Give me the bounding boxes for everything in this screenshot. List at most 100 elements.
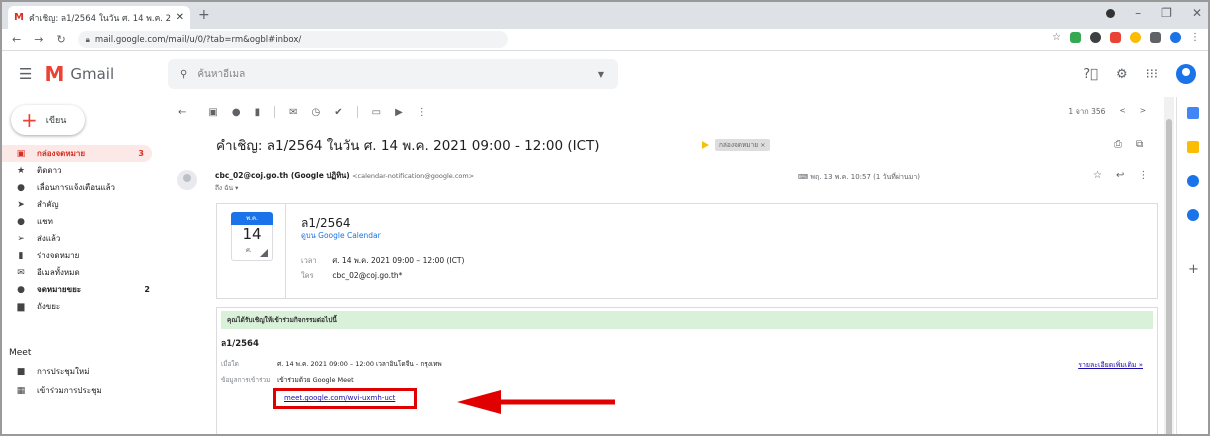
sidebar-item[interactable]: ● เลื่อนการแจ้งเตือนแล้ว <box>2 179 164 196</box>
meet-item[interactable]: ■ การประชุมใหม่ <box>2 362 164 381</box>
archive-icon[interactable]: ▣ <box>208 107 217 118</box>
new-tab-button[interactable]: + <box>198 7 210 23</box>
sidebar-item[interactable]: ▮ ร่างจดหมาย <box>2 247 164 264</box>
event-who-value: cbc_02@coj.go.th* <box>332 271 403 280</box>
sender-name[interactable]: cbc_02@coj.go.th (Google ปฏิทิน) <box>215 171 350 180</box>
extension-icon[interactable] <box>1130 32 1141 43</box>
search-input[interactable]: ค้นหาอีเมล <box>197 67 245 82</box>
maximize-icon[interactable]: ❐ <box>1161 6 1172 20</box>
toolbar-divider <box>274 106 276 118</box>
address-bar[interactable]: 🔒︎ mail.google.com/mail/u/0/?tab=rm&ogbl… <box>77 31 508 48</box>
label-icon[interactable]: ▶ <box>395 107 403 118</box>
star-message-icon[interactable]: ☆ <box>1093 170 1102 181</box>
tasks-app-icon[interactable] <box>1187 175 1199 187</box>
tab-close-icon[interactable]: ✕ <box>176 12 184 23</box>
forward-icon[interactable]: → <box>34 33 43 46</box>
account-avatar[interactable] <box>1176 64 1196 84</box>
lock-icon: 🔒︎ <box>85 34 90 44</box>
gmail-logo[interactable]: M Gmail <box>44 62 114 86</box>
message-more-icon[interactable]: ⋮ <box>1138 170 1148 181</box>
sidebar-item[interactable]: ➢ ส่งแล้ว <box>2 230 164 247</box>
bookmark-star-icon[interactable]: ☆ <box>1052 32 1061 43</box>
sender-avatar[interactable] <box>177 170 197 190</box>
apps-grid-icon[interactable]: ⁝⁝⁝ <box>1146 67 1158 82</box>
sidebar-item[interactable]: ● แชท <box>2 213 164 230</box>
search-options-icon[interactable]: ▼ <box>598 70 604 79</box>
extension-icon[interactable] <box>1090 32 1101 43</box>
search-icon[interactable]: ⚲ <box>180 69 187 80</box>
sidebar: + เขียน ▣ กล่องจดหมาย 3 ★ ติดดาว ● เลื่อนการแจ… <box>2 97 164 434</box>
scrollbar-thumb[interactable] <box>1166 119 1172 434</box>
contacts-app-icon[interactable] <box>1187 209 1199 221</box>
sidebar-item-label: จดหมายขยะ <box>37 285 82 294</box>
sidebar-item[interactable]: ✉ อีเมลทั้งหมด <box>2 264 164 281</box>
view-on-calendar-link[interactable]: ดูบน Google Calendar <box>301 230 381 242</box>
calendar-app-icon[interactable] <box>1187 107 1199 119</box>
side-panel: + <box>1176 97 1208 434</box>
back-icon[interactable]: ← <box>12 33 21 46</box>
meet-nav: ■ การประชุมใหม่ ▦ เข้าร่วมการประชุม <box>2 362 164 400</box>
inbox-icon: ▣ <box>16 148 26 159</box>
compose-button[interactable]: + เขียน <box>11 105 85 135</box>
get-addons-icon[interactable]: + <box>1188 262 1199 277</box>
inbox-label-chip[interactable]: กล่องจดหมาย × <box>715 139 770 151</box>
print-icon[interactable]: ⎙ <box>1114 139 1122 150</box>
sidebar-item[interactable]: ▣ กล่องจดหมาย 3 <box>2 145 152 162</box>
extension-icon[interactable] <box>1110 32 1121 43</box>
settings-gear-icon[interactable]: ⚙ <box>1116 67 1128 82</box>
snooze-icon[interactable]: ◷ <box>311 107 320 118</box>
newer-icon[interactable]: < <box>1119 106 1125 118</box>
importance-marker-icon[interactable] <box>702 141 709 149</box>
sidebar-item-label: ร่างจดหมาย <box>37 251 80 260</box>
back-to-inbox-icon[interactable]: ← <box>178 107 186 118</box>
sidebar-item-label: ส่งแล้ว <box>37 234 61 243</box>
calendar-event-card: พ.ค. 14 ศ. ล1/2564 ดูบน Google Calendar … <box>216 203 1158 299</box>
open-new-window-icon[interactable]: ⧉ <box>1136 139 1143 150</box>
search-bar[interactable]: ⚲ ค้นหาอีเมล ▼ <box>168 59 618 89</box>
older-icon[interactable]: > <box>1140 106 1146 118</box>
recipient-details[interactable]: ถึง ฉัน ▾ <box>215 183 238 193</box>
more-icon[interactable]: ⋮ <box>417 107 427 118</box>
gmail-m-icon: M <box>44 62 65 86</box>
close-window-icon[interactable]: ✕ <box>1192 6 1202 20</box>
mark-unread-icon[interactable]: ✉ <box>289 107 297 118</box>
minimize-icon[interactable]: – <box>1135 6 1141 20</box>
trash-icon: ▆ <box>17 301 25 312</box>
profile-avatar-icon[interactable] <box>1170 32 1181 43</box>
extensions-puzzle-icon[interactable] <box>1150 32 1161 43</box>
extension-icon[interactable] <box>1070 32 1081 43</box>
url-text: mail.google.com/mail/u/0/?tab=rm&ogbl#in… <box>94 34 302 45</box>
sidebar-item[interactable]: ➤ สำคัญ <box>2 196 164 213</box>
meet-link-highlight: meet.google.com/wvi-uxmh-uct <box>273 388 417 409</box>
sidebar-item[interactable]: ▆ ถังขยะ <box>2 298 164 315</box>
report-spam-icon[interactable]: ● <box>232 107 241 118</box>
keep-app-icon[interactable] <box>1187 141 1199 153</box>
reload-icon[interactable]: ↻ <box>56 33 65 46</box>
sidebar-item-label: กล่องจดหมาย <box>37 149 86 158</box>
move-to-icon[interactable]: ▭ <box>372 107 381 118</box>
toolbar-divider <box>356 106 358 118</box>
browser-menu-icon[interactable]: ⋮ <box>1190 32 1200 43</box>
profile-dot-icon[interactable] <box>1106 9 1116 18</box>
main-menu-icon[interactable]: ☰ <box>19 65 32 83</box>
invitation-join-row: ข้อมูลการเข้าร่วม เข้าร่วมด้วย Google Me… <box>221 375 354 385</box>
browser-window: M คำเชิญ: ล1/2564 ในวัน ศ. 14 พ.ค. 2 ✕ +… <box>0 0 1210 436</box>
sidebar-item[interactable]: ● จดหมายขยะ 2 <box>2 281 164 298</box>
when-value: ศ. 14 พ.ค. 2021 09:00 – 12:00 เวลาอินโดจ… <box>277 360 442 368</box>
meet-item[interactable]: ▦ เข้าร่วมการประชุม <box>2 381 164 400</box>
reply-icon[interactable]: ↩ <box>1116 170 1124 181</box>
red-arrow-annotation <box>457 390 615 414</box>
sidebar-item[interactable]: ★ ติดดาว <box>2 162 164 179</box>
message-actions: ☆ ↩ ⋮ <box>1093 170 1148 181</box>
delete-icon[interactable]: ▮ <box>255 107 261 118</box>
event-time-value: ศ. 14 พ.ค. 2021 09:00 – 12:00 (ICT) <box>332 256 465 265</box>
more-details-link[interactable]: รายละเอียดเพิ่มเติม » <box>1078 360 1143 371</box>
google-meet-link[interactable]: meet.google.com/wvi-uxmh-uct <box>284 394 395 402</box>
subject-actions: ⎙ ⧉ <box>1114 139 1143 150</box>
card-divider <box>285 204 286 298</box>
scrollbar[interactable] <box>1164 97 1174 434</box>
nav-buttons: ← → ↻ <box>12 33 66 46</box>
help-icon[interactable]: ?⃝ <box>1083 67 1098 82</box>
add-task-icon[interactable]: ✔ <box>334 107 342 118</box>
browser-tab[interactable]: M คำเชิญ: ล1/2564 ในวัน ศ. 14 พ.ค. 2 ✕ <box>8 6 190 29</box>
